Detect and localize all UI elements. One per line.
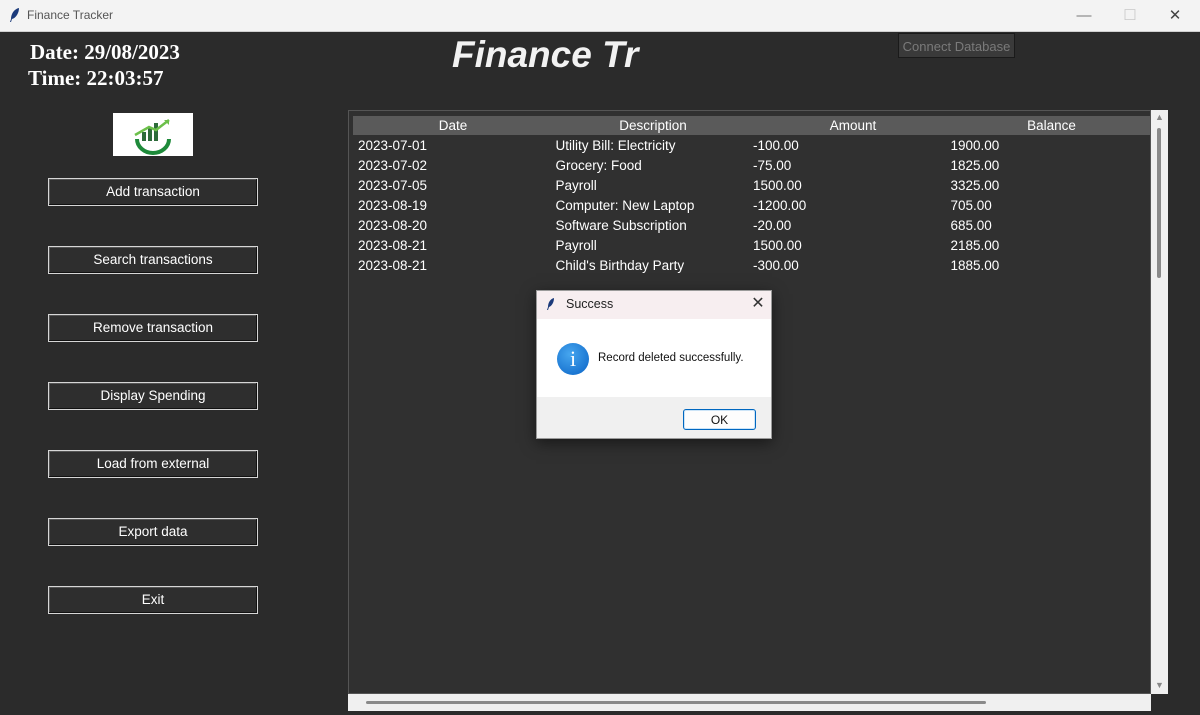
cell-description: Computer: New Laptop	[555, 198, 695, 213]
cell-balance: 2185.00	[950, 238, 1000, 253]
cell-date: 2023-08-21	[358, 258, 428, 273]
cell-balance: 3325.00	[950, 178, 1000, 193]
information-icon: i	[557, 343, 589, 375]
window-titlebar: Finance Tracker — ☐ ✕	[0, 0, 1200, 32]
column-header-balance[interactable]: Balance	[953, 116, 1150, 135]
column-header-date[interactable]: Date	[353, 116, 553, 135]
close-window-button[interactable]: ✕	[1152, 0, 1198, 31]
cell-date: 2023-08-20	[358, 218, 428, 233]
cell-balance: 1825.00	[950, 158, 1000, 173]
cell-balance: 685.00	[950, 218, 992, 233]
display-spending-button[interactable]: Display Spending	[48, 382, 258, 410]
table-row[interactable]: 2023-08-21 Child's Birthday Party -300.0…	[358, 256, 1148, 276]
remove-transaction-button[interactable]: Remove transaction	[48, 314, 258, 342]
horizontal-scroll-thumb[interactable]	[366, 701, 986, 704]
cell-date: 2023-07-05	[358, 178, 428, 193]
column-header-description[interactable]: Description	[553, 116, 753, 135]
cell-balance: 1900.00	[950, 138, 1000, 153]
search-transactions-button[interactable]: Search transactions	[48, 246, 258, 274]
dialog-title: Success	[566, 297, 614, 311]
cell-description: Grocery: Food	[555, 158, 642, 173]
table-row[interactable]: 2023-08-19 Computer: New Laptop -1200.00…	[358, 196, 1148, 216]
app-title: Finance Tr	[452, 34, 639, 75]
window-title: Finance Tracker	[27, 8, 114, 22]
cell-description: Utility Bill: Electricity	[555, 138, 676, 153]
dialog-footer: OK	[537, 397, 771, 438]
cell-balance: 1885.00	[950, 258, 1000, 273]
ok-button[interactable]: OK	[683, 409, 756, 430]
cell-date: 2023-08-21	[358, 238, 428, 253]
feather-icon	[547, 298, 554, 310]
cell-description: Child's Birthday Party	[555, 258, 685, 273]
minimize-button[interactable]: —	[1061, 0, 1107, 31]
table-row[interactable]: 2023-08-20 Software Subscription -20.00 …	[358, 216, 1148, 236]
maximize-button[interactable]: ☐	[1107, 0, 1153, 31]
column-header-amount[interactable]: Amount	[753, 116, 953, 135]
cell-amount: -1200.00	[753, 198, 807, 213]
dialog-titlebar: Success ✕	[537, 291, 771, 319]
cell-description: Software Subscription	[555, 218, 687, 233]
cell-date: 2023-08-19	[358, 198, 428, 213]
cell-amount: 1500.00	[753, 178, 802, 193]
export-data-button[interactable]: Export data	[48, 518, 258, 546]
table-row[interactable]: 2023-07-01 Utility Bill: Electricity -10…	[358, 136, 1148, 156]
cell-balance: 705.00	[950, 198, 992, 213]
cell-date: 2023-07-01	[358, 138, 428, 153]
cell-date: 2023-07-02	[358, 158, 428, 173]
cell-description: Payroll	[555, 238, 597, 253]
success-dialog: Success ✕ i Record deleted successfully.…	[536, 290, 772, 439]
cell-amount: 1500.00	[753, 238, 802, 253]
date-label: Date: 29/08/2023	[30, 40, 180, 64]
connect-database-button[interactable]: Connect Database	[898, 33, 1015, 58]
time-label: Time: 22:03:57	[28, 66, 164, 90]
horizontal-scrollbar[interactable]	[348, 694, 1151, 711]
cell-description: Payroll	[555, 178, 597, 193]
vertical-scroll-thumb[interactable]	[1157, 128, 1161, 278]
cell-amount: -20.00	[753, 218, 792, 233]
cell-amount: -300.00	[753, 258, 799, 273]
table-row[interactable]: 2023-07-05 Payroll 1500.00 3325.00	[358, 176, 1148, 196]
cell-amount: -75.00	[753, 158, 792, 173]
dialog-message: Record deleted successfully.	[598, 352, 744, 364]
add-transaction-button[interactable]: Add transaction	[48, 178, 258, 206]
close-icon[interactable]: ✕	[747, 293, 769, 315]
exit-button[interactable]: Exit	[48, 586, 258, 614]
table-row[interactable]: 2023-07-02 Grocery: Food -75.00 1825.00	[358, 156, 1148, 176]
scroll-up-arrow-icon[interactable]: ▲	[1155, 112, 1164, 122]
cell-amount: -100.00	[753, 138, 799, 153]
growth-chart-logo	[113, 113, 193, 156]
load-from-external-button[interactable]: Load from external	[48, 450, 258, 478]
table-row[interactable]: 2023-08-21 Payroll 1500.00 2185.00	[358, 236, 1148, 256]
scroll-down-arrow-icon[interactable]: ▼	[1155, 680, 1164, 690]
table-header: Date Description Amount Balance	[353, 116, 1150, 135]
vertical-scrollbar[interactable]: ▲ ▼	[1151, 110, 1168, 694]
feather-icon	[10, 8, 19, 22]
